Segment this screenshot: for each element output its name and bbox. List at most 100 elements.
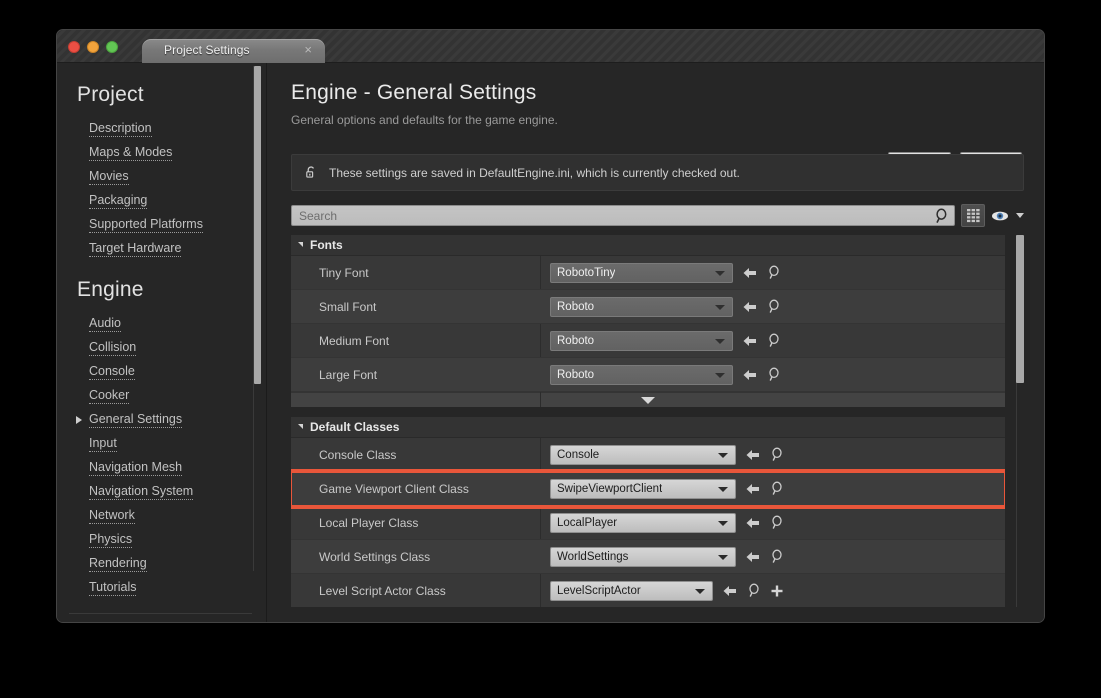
sidebar-item-label: Target Hardware [89,241,182,257]
sidebar-item-label: Tutorials [89,580,137,596]
browse-magnifier-icon[interactable] [767,299,781,314]
grid-view-icon[interactable] [961,204,985,227]
sidebar-item-network[interactable]: Network [57,503,266,527]
reset-arrow-icon[interactable] [742,266,758,280]
page-subtitle: General options and defaults for the gam… [291,113,558,127]
sidebar-item-target-hardware[interactable]: Target Hardware [57,236,266,260]
visibility-eye-icon[interactable] [991,206,1009,226]
table-row[interactable]: Local Player Class LocalPlayer [291,506,1005,540]
scroll-more-fonts[interactable] [291,392,1005,407]
search-box[interactable] [291,205,955,226]
sidebar-item-description[interactable]: Description [57,116,266,140]
sidebar-item-cooker[interactable]: Cooker [57,383,266,407]
property-label: Local Player Class [319,515,419,530]
table-row-game-viewport-client-class[interactable]: Game Viewport Client Class SwipeViewport… [291,469,1005,509]
reset-arrow-icon[interactable] [745,516,761,530]
table-row[interactable]: Level Script Actor Class LevelScriptActo… [291,574,1005,607]
sidebar-item-label: Cooker [89,388,130,404]
sidebar-item-movies[interactable]: Movies [57,164,266,188]
collapse-caret-icon[interactable] [298,423,303,429]
reset-arrow-icon[interactable] [742,300,758,314]
sidebar-scrollbar[interactable] [253,66,261,571]
sidebar-scrollbar-thumb[interactable] [254,66,261,384]
eye-dropdown-caret-icon[interactable] [1016,213,1024,218]
category-fonts-header[interactable]: Fonts [291,235,1005,256]
search-icon[interactable] [934,208,949,224]
sidebar-item-supported-platforms[interactable]: Supported Platforms [57,212,266,236]
sidebar-item-rendering[interactable]: Rendering [57,551,266,575]
browse-magnifier-icon[interactable] [770,515,784,530]
sidebar-item-label: Packaging [89,193,148,209]
table-row[interactable]: Console Class Console [291,438,1005,472]
reset-arrow-icon[interactable] [742,334,758,348]
table-row[interactable]: Small Font Roboto [291,290,1005,324]
browse-magnifier-icon[interactable] [747,583,761,598]
property-label: Game Viewport Client Class [319,481,469,496]
sidebar-item-general-settings[interactable]: General Settings [57,407,266,431]
browse-magnifier-icon[interactable] [767,367,781,382]
browse-magnifier-icon[interactable] [770,447,784,462]
browse-magnifier-icon[interactable] [770,549,784,564]
table-row[interactable]: World Settings Class WorldSettings [291,540,1005,574]
sidebar-item-packaging[interactable]: Packaging [57,188,266,212]
reset-arrow-icon[interactable] [745,550,761,564]
window-close-button[interactable] [68,41,80,53]
dropdown-value: Roboto [557,334,595,347]
tab-close-icon[interactable]: × [304,43,312,57]
reset-arrow-icon[interactable] [745,482,761,496]
properties-scrollbar-thumb[interactable] [1016,235,1024,383]
chevron-down-icon [715,304,725,310]
font-dropdown[interactable]: Roboto [550,330,733,351]
dropdown-value: Roboto [557,300,595,313]
reset-arrow-icon[interactable] [745,448,761,462]
font-dropdown[interactable]: Roboto [550,296,733,317]
window-body: Project Description Maps & Modes Movies … [57,63,1044,622]
sidebar-item-physics[interactable]: Physics [57,527,266,551]
font-dropdown[interactable]: RobotoTiny [550,262,733,283]
window-maximize-button[interactable] [106,41,118,53]
properties-scrollbar[interactable] [1016,235,1024,607]
font-dropdown[interactable]: Roboto [550,364,733,385]
browse-magnifier-icon[interactable] [767,265,781,280]
sidebar-item-tutorials[interactable]: Tutorials [57,575,266,599]
table-row[interactable]: Tiny Font RobotoTiny [291,256,1005,290]
sidebar-section-project: Project Description Maps & Modes Movies … [57,77,266,260]
reset-arrow-icon[interactable] [722,584,738,598]
table-row[interactable]: Medium Font Roboto [291,324,1005,358]
class-dropdown[interactable]: WorldSettings [550,546,736,567]
sidebar-divider [69,613,252,614]
class-dropdown[interactable]: SwipeViewportClient [550,478,736,499]
sidebar-item-audio[interactable]: Audio [57,311,266,335]
class-dropdown[interactable]: Console [550,444,736,465]
category-title: Default Classes [310,420,400,434]
sidebar-item-navigation-mesh[interactable]: Navigation Mesh [57,455,266,479]
dropdown-value: RobotoTiny [557,266,616,279]
property-label: Level Script Actor Class [319,583,446,598]
project-settings-window: Project Settings × Project Description M… [56,29,1045,623]
info-bar-text: These settings are saved in DefaultEngin… [329,165,740,180]
sidebar-item-navigation-system[interactable]: Navigation System [57,479,266,503]
sidebar-item-console[interactable]: Console [57,359,266,383]
reset-arrow-icon[interactable] [742,368,758,382]
category-default-classes-header[interactable]: Default Classes [291,417,1005,438]
chevron-down-icon [695,588,705,594]
sidebar-item-label: Input [89,436,117,452]
tab-project-settings[interactable]: Project Settings × [142,39,325,63]
sidebar-item-collision[interactable]: Collision [57,335,266,359]
browse-magnifier-icon[interactable] [770,481,784,496]
search-input[interactable] [292,206,954,225]
class-dropdown[interactable]: LocalPlayer [550,512,736,533]
chevron-down-icon [715,338,725,344]
browse-magnifier-icon[interactable] [767,333,781,348]
table-row[interactable]: Large Font Roboto [291,358,1005,392]
add-plus-icon[interactable] [770,584,784,598]
sidebar-heading-project: Project [77,83,144,106]
sidebar-item-input[interactable]: Input [57,431,266,455]
sidebar-item-maps-and-modes[interactable]: Maps & Modes [57,140,266,164]
class-dropdown[interactable]: LevelScriptActor [550,580,713,601]
collapse-caret-icon[interactable] [298,241,303,247]
dropdown-value: SwipeViewportClient [557,482,663,495]
property-label: Console Class [319,447,397,462]
property-label: Large Font [319,367,378,382]
window-minimize-button[interactable] [87,41,99,53]
